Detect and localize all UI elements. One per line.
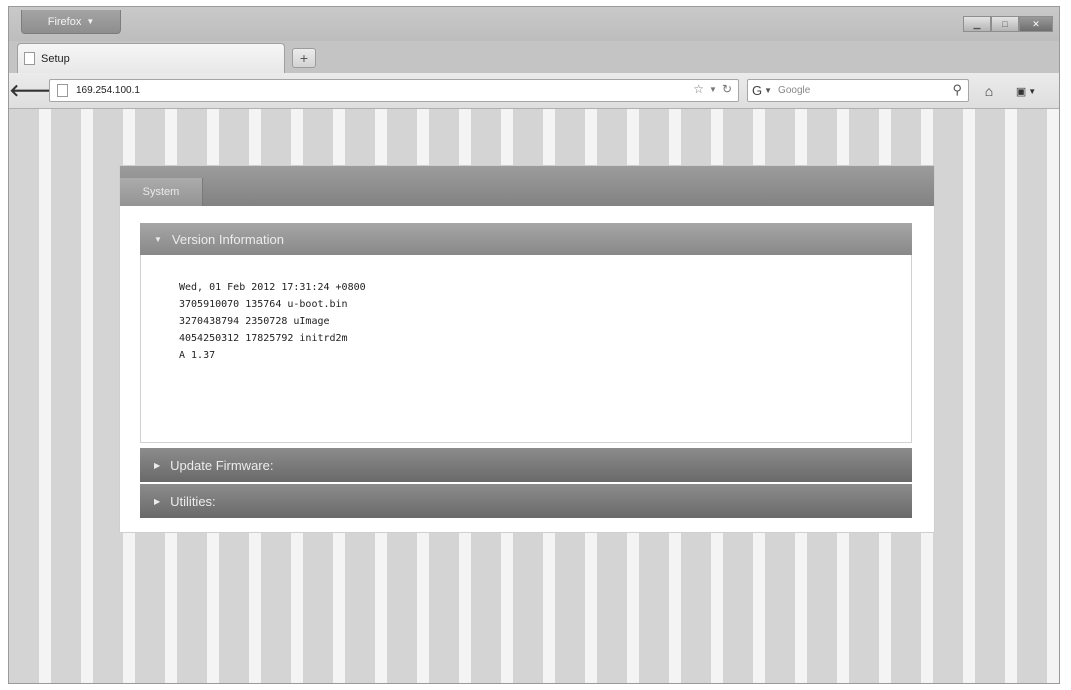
- close-icon: ✕: [1032, 18, 1040, 29]
- tab-bar: Setup +: [9, 41, 1059, 73]
- version-information-header[interactable]: ▼ Version Information: [140, 223, 912, 255]
- new-tab-button[interactable]: +: [292, 48, 316, 68]
- tab-setup[interactable]: Setup: [17, 43, 285, 73]
- window-controls: ▁ □ ✕: [963, 16, 1053, 32]
- version-information-title: Version Information: [171, 231, 284, 247]
- chevron-down-icon: ▼: [154, 234, 162, 244]
- app-menu-label: Firefox: [47, 15, 82, 28]
- search-engine-icon[interactable]: G: [752, 83, 762, 98]
- home-icon: ⌂: [984, 83, 994, 99]
- version-information-section: ▼ Version Information Wed, 01 Feb 2012 1…: [140, 223, 912, 443]
- search-input[interactable]: G ▼ Google ⚲: [747, 79, 969, 102]
- tab-title: Setup: [41, 52, 70, 65]
- search-icon[interactable]: ⚲: [952, 82, 962, 98]
- app-menu-button[interactable]: Firefox ▼: [21, 10, 121, 34]
- system-panel: System ▼ Version Information Wed, 01 Feb…: [119, 165, 935, 533]
- version-line: 4054250312 17825792 initrd2m: [179, 333, 348, 344]
- version-line: 3705910070 135764 u-boot.bin: [179, 299, 348, 310]
- tab-system[interactable]: System: [120, 178, 203, 206]
- close-button[interactable]: ✕: [1019, 16, 1053, 32]
- navigation-bar: 🡐 169.254.100.1 ☆ ▼ ↻ G ▼ Google ⚲ ⌂ ▣ ▼: [9, 73, 1059, 109]
- url-bar-icons: ☆ ▼ ↻: [693, 82, 732, 96]
- title-bar: Firefox ▼ ▁ □ ✕: [9, 7, 1059, 41]
- maximize-button[interactable]: □: [991, 16, 1019, 32]
- back-button[interactable]: 🡐: [9, 81, 55, 101]
- minimize-icon: ▁: [973, 18, 981, 29]
- reload-icon[interactable]: ↻: [722, 82, 732, 96]
- back-arrow-icon: 🡐: [9, 81, 55, 100]
- chevron-right-icon: ▶: [154, 460, 161, 470]
- update-firmware-header[interactable]: ▶ Update Firmware:: [140, 448, 912, 482]
- site-identity-icon: [57, 84, 68, 97]
- chevron-right-icon: ▶: [154, 496, 161, 506]
- url-bar[interactable]: 169.254.100.1 ☆ ▼ ↻: [49, 79, 739, 102]
- version-line: A 1.37: [179, 350, 216, 361]
- update-firmware-title: Update Firmware:: [170, 457, 274, 473]
- page-icon: [24, 52, 35, 65]
- version-information-body: Wed, 01 Feb 2012 17:31:24 +0800 37059100…: [140, 255, 912, 443]
- page-content: System ▼ Version Information Wed, 01 Feb…: [9, 109, 1059, 683]
- history-dropdown-icon[interactable]: ▼: [709, 85, 717, 94]
- chevron-down-icon: ▼: [86, 17, 95, 26]
- version-line: Wed, 01 Feb 2012 17:31:24 +0800: [179, 282, 366, 293]
- maximize-icon: □: [1002, 19, 1008, 29]
- bookmarks-menu-button[interactable]: ▣ ▼: [1007, 80, 1045, 102]
- update-firmware-section: ▶ Update Firmware:: [140, 448, 912, 482]
- home-button[interactable]: ⌂: [977, 80, 1001, 102]
- utilities-section: ▶ Utilities:: [140, 484, 912, 518]
- utilities-header[interactable]: ▶ Utilities:: [140, 484, 912, 518]
- bookmarks-icon: ▣: [1015, 85, 1027, 98]
- version-line: 3270438794 2350728 uImage: [179, 316, 330, 327]
- search-placeholder: Google: [778, 85, 811, 96]
- chevron-down-icon: ▼: [764, 86, 773, 95]
- bookmark-star-icon[interactable]: ☆: [693, 82, 704, 96]
- system-header: System: [120, 166, 934, 206]
- minimize-button[interactable]: ▁: [963, 16, 991, 32]
- utilities-title: Utilities:: [170, 493, 216, 509]
- url-text: 169.254.100.1: [76, 85, 140, 96]
- browser-window: Firefox ▼ ▁ □ ✕ Setup + 🡐 169.254.100.1 …: [8, 6, 1060, 684]
- chevron-down-icon: ▼: [1028, 86, 1037, 96]
- plus-icon: +: [299, 50, 309, 66]
